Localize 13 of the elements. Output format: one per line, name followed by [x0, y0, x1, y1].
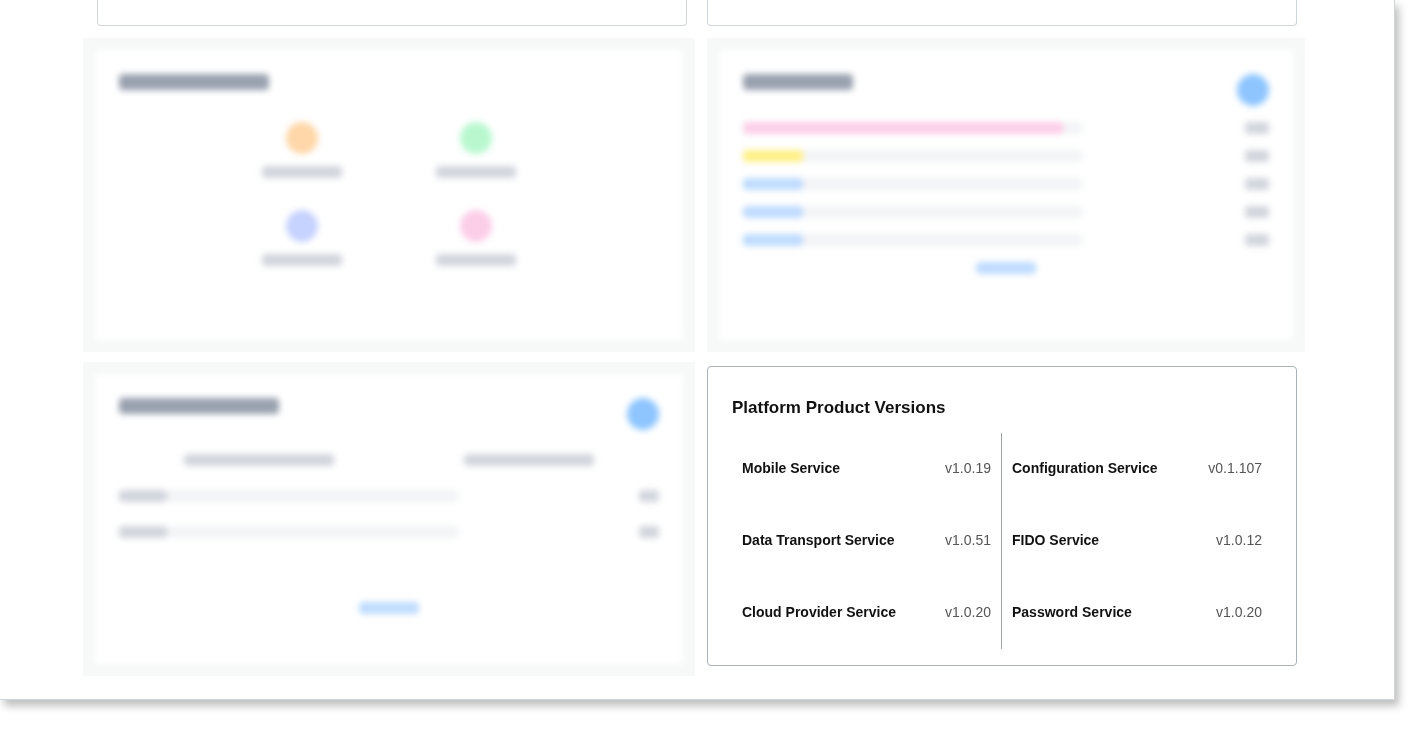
card-title: Platform Product Versions: [732, 397, 947, 419]
service-version: v1.0.51: [945, 531, 991, 550]
service-name: Password Service: [1012, 603, 1132, 622]
service-version: v1.0.12: [1216, 531, 1262, 550]
service-name: Configuration Service: [1012, 459, 1158, 478]
service-name: FIDO Service: [1012, 531, 1100, 550]
service-version: v1.0.19: [945, 459, 991, 478]
service-name: Data Transport Service: [742, 531, 895, 550]
service-version: v1.0.20: [945, 603, 991, 622]
service-name: Mobile Service: [742, 459, 841, 478]
service-version: v1.0.20: [1216, 603, 1262, 622]
service-version: v0.1.107: [1208, 459, 1262, 478]
service-name: Cloud Provider Service: [742, 603, 897, 622]
